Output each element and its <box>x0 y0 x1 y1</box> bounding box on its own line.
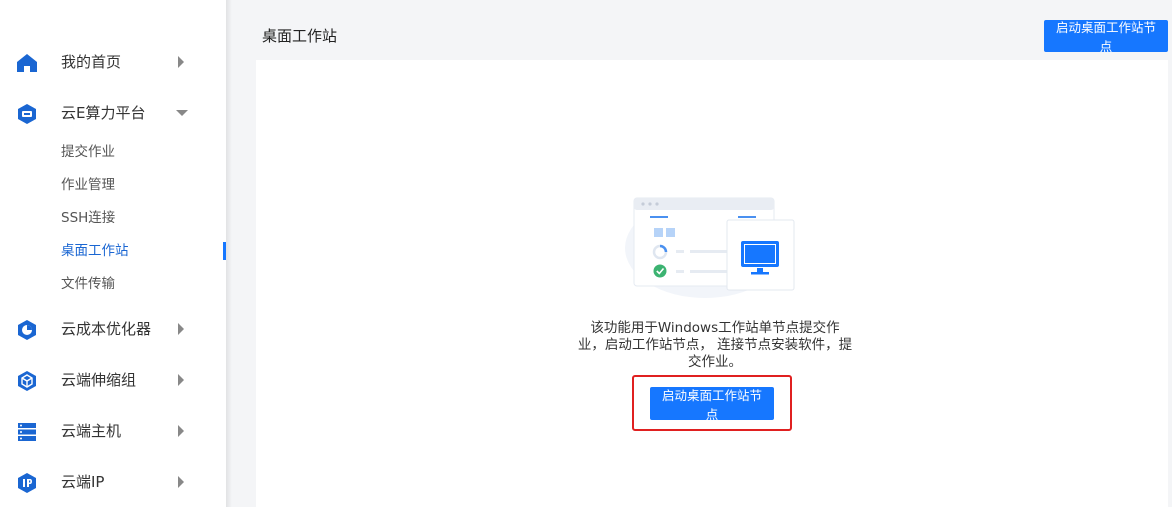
sidebar-item-cost-optimizer[interactable]: 云成本优化器 <box>0 309 226 349</box>
cloud-compute-icon <box>16 103 38 125</box>
caret-right-icon <box>176 56 186 68</box>
sidebar-subitem-job-management[interactable]: 作业管理 <box>0 170 226 200</box>
sidebar-subitem-submit-job[interactable]: 提交作业 <box>0 137 226 167</box>
caret-down-icon <box>175 107 189 119</box>
sidebar-item-cloud-compute[interactable]: 云E算力平台 <box>0 93 226 133</box>
caret-right-icon <box>176 425 186 437</box>
sidebar-item-cloud-host[interactable]: 云端主机 <box>0 411 226 451</box>
pie-chart-icon <box>16 319 38 341</box>
sidebar-divider <box>226 0 232 507</box>
caret-right-icon <box>176 374 186 386</box>
sidebar-item-label: 我的首页 <box>61 53 122 71</box>
cube-icon <box>16 370 38 392</box>
sidebar-subitem-label: 桌面工作站 <box>61 243 129 259</box>
page-title: 桌面工作站 <box>262 27 338 45</box>
sidebar-subitem-desktop-workstation[interactable]: 桌面工作站 <box>0 236 226 266</box>
launch-workstation-center-button[interactable]: 启动桌面工作站节点 <box>650 387 774 422</box>
caret-right-icon <box>176 476 186 488</box>
sidebar-item-label: 云成本优化器 <box>61 320 152 338</box>
sidebar: 我的首页 云E算力平台 提交作业 作业管理 SSH连接 桌面工作站 文件传输 云… <box>0 0 226 507</box>
sidebar-subitem-label: SSH连接 <box>61 210 116 226</box>
sidebar-item-label: 云端伸缩组 <box>61 371 137 389</box>
sidebar-subitem-ssh[interactable]: SSH连接 <box>0 203 226 233</box>
sidebar-subitem-file-transfer[interactable]: 文件传输 <box>0 269 226 299</box>
launch-workstation-button[interactable]: 启动桌面工作站节点 <box>1044 20 1168 54</box>
sidebar-item-scaling-group[interactable]: 云端伸缩组 <box>0 360 226 400</box>
workstation-illustration <box>620 190 800 300</box>
caret-right-icon <box>176 323 186 335</box>
sidebar-item-home[interactable]: 我的首页 <box>0 42 226 82</box>
sidebar-item-label: 云端主机 <box>61 422 122 440</box>
feature-description: 该功能用于Windows工作站单节点提交作业，启动工作站节点， 连接节点安装软件… <box>577 320 853 370</box>
home-icon <box>16 52 38 74</box>
scrollbar-track <box>1168 60 1172 507</box>
sidebar-item-cloud-ip[interactable]: 云端IP <box>0 462 226 502</box>
sidebar-item-label: 云E算力平台 <box>61 104 146 122</box>
sidebar-subitem-label: 提交作业 <box>61 144 115 160</box>
server-icon <box>16 421 38 443</box>
ip-icon <box>16 472 38 494</box>
sidebar-item-label: 云端IP <box>61 473 105 491</box>
sidebar-subitem-label: 文件传输 <box>61 276 115 292</box>
sidebar-subitem-label: 作业管理 <box>61 177 115 193</box>
